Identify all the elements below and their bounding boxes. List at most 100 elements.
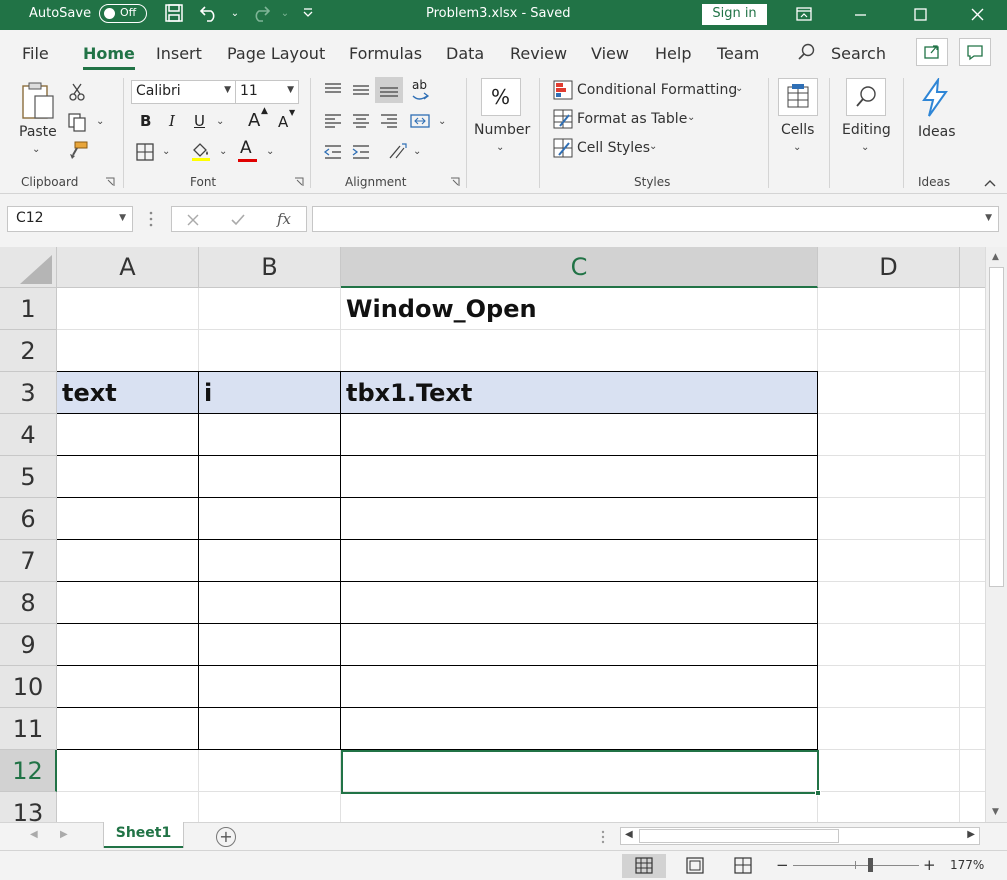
maximize-icon[interactable] (898, 0, 944, 30)
cell-a9[interactable] (57, 624, 199, 666)
zoom-level[interactable]: 177% (950, 858, 984, 872)
cell-b7[interactable] (199, 540, 341, 582)
tab-split-handle-icon[interactable] (600, 830, 606, 848)
redo-icon[interactable] (249, 3, 271, 25)
row-header-12[interactable]: 12 (0, 750, 57, 792)
redo-dropdown-icon[interactable]: ⌄ (274, 3, 296, 25)
conditional-formatting-icon[interactable] (553, 80, 573, 104)
column-header-b[interactable]: B (199, 247, 341, 288)
minimize-icon[interactable] (837, 0, 883, 30)
editing-dropdown-icon[interactable]: ⌄ (861, 142, 869, 153)
row-header-13[interactable]: 13 (0, 792, 57, 822)
align-bottom-icon[interactable] (375, 77, 403, 103)
cells-label[interactable]: Cells (781, 122, 814, 138)
column-header-c[interactable]: C (341, 247, 818, 288)
cell-b10[interactable] (199, 666, 341, 708)
formula-input[interactable]: ▼ (312, 206, 999, 232)
cell-e5[interactable] (960, 456, 985, 498)
cell-c9[interactable] (341, 624, 818, 666)
ideas-icon[interactable] (918, 76, 952, 122)
cell-c5[interactable] (341, 456, 818, 498)
scroll-left-icon[interactable]: ◀ (625, 829, 633, 840)
cell-a1[interactable] (57, 288, 199, 330)
cell-c3[interactable]: tbx1.Text (341, 371, 818, 414)
zoom-in-button[interactable]: + (923, 856, 936, 874)
cell-e2[interactable] (960, 330, 985, 372)
next-sheet-icon[interactable]: ▶ (60, 829, 68, 840)
copy-dropdown-icon[interactable]: ⌄ (96, 116, 104, 127)
ribbon-display-options-icon[interactable] (781, 0, 827, 30)
horizontal-scroll-thumb[interactable] (639, 829, 839, 843)
cell-a4[interactable] (57, 414, 199, 456)
cell-c13[interactable] (341, 792, 818, 822)
insert-function-button[interactable]: fx (277, 210, 291, 228)
cell-b9[interactable] (199, 624, 341, 666)
cell-c7[interactable] (341, 540, 818, 582)
zoom-out-button[interactable]: − (776, 856, 789, 874)
tab-page-layout[interactable]: Page Layout (227, 44, 325, 63)
cells-icon[interactable] (778, 78, 818, 116)
column-header-d[interactable]: D (818, 247, 960, 288)
grow-font-button[interactable]: A (248, 110, 260, 131)
cell-a12[interactable] (57, 750, 199, 792)
tab-formulas[interactable]: Formulas (349, 44, 422, 63)
cell-c6[interactable] (341, 498, 818, 540)
share-button[interactable] (916, 38, 948, 66)
scroll-down-icon[interactable]: ▼ (992, 807, 999, 817)
cell-c11[interactable] (341, 708, 818, 750)
cell-c12[interactable] (341, 750, 818, 792)
cancel-entry-icon[interactable] (184, 211, 202, 233)
tab-insert[interactable]: Insert (156, 44, 202, 63)
cell-d4[interactable] (818, 414, 960, 456)
search-icon[interactable] (797, 42, 817, 66)
cell-e3[interactable] (960, 372, 985, 414)
number-label[interactable]: Number (474, 122, 530, 138)
tab-file[interactable]: File (22, 44, 49, 63)
tab-data[interactable]: Data (446, 44, 484, 63)
cell-e8[interactable] (960, 582, 985, 624)
number-dropdown-icon[interactable]: ⌄ (496, 142, 504, 153)
customize-toolbar-icon[interactable] (297, 3, 319, 25)
cell-b4[interactable] (199, 414, 341, 456)
tab-home[interactable]: Home (83, 44, 135, 70)
align-top-icon[interactable] (323, 80, 343, 104)
format-as-table-icon[interactable] (553, 109, 573, 133)
row-header-8[interactable]: 8 (0, 582, 57, 624)
text-orientation-icon[interactable] (386, 140, 410, 166)
save-icon[interactable] (163, 3, 185, 25)
row-header-10[interactable]: 10 (0, 666, 57, 708)
number-format-icon[interactable]: % (481, 78, 521, 116)
underline-dropdown-icon[interactable]: ⌄ (216, 116, 224, 127)
cell-b1[interactable] (199, 288, 341, 330)
cell-d13[interactable] (818, 792, 960, 822)
cell-d3[interactable] (818, 372, 960, 414)
zoom-slider-thumb[interactable] (868, 858, 873, 872)
tab-view[interactable]: View (591, 44, 629, 63)
column-header-e[interactable] (960, 247, 985, 288)
borders-icon[interactable] (135, 142, 155, 166)
cell-d11[interactable] (818, 708, 960, 750)
cell-d10[interactable] (818, 666, 960, 708)
cell-a5[interactable] (57, 456, 199, 498)
align-middle-icon[interactable] (351, 80, 371, 104)
shrink-font-button[interactable]: A (278, 113, 288, 131)
cell-d1[interactable] (818, 288, 960, 330)
cell-b3[interactable]: i (199, 371, 341, 414)
tab-review[interactable]: Review (510, 44, 567, 63)
ideas-label[interactable]: Ideas (918, 124, 956, 140)
comments-button[interactable] (959, 38, 991, 66)
row-header-1[interactable]: 1 (0, 288, 57, 330)
cell-a2[interactable] (57, 330, 199, 372)
decrease-indent-icon[interactable] (323, 142, 343, 166)
cell-b6[interactable] (199, 498, 341, 540)
cell-e9[interactable] (960, 624, 985, 666)
fill-color-icon[interactable] (190, 140, 212, 166)
cell-b13[interactable] (199, 792, 341, 822)
paste-label[interactable]: Paste (19, 124, 57, 140)
bold-button[interactable]: B (140, 112, 151, 130)
tab-team[interactable]: Team (717, 44, 759, 63)
cell-a11[interactable] (57, 708, 199, 750)
confirm-entry-icon[interactable] (229, 211, 247, 233)
cell-e6[interactable] (960, 498, 985, 540)
close-icon[interactable] (955, 0, 1001, 30)
